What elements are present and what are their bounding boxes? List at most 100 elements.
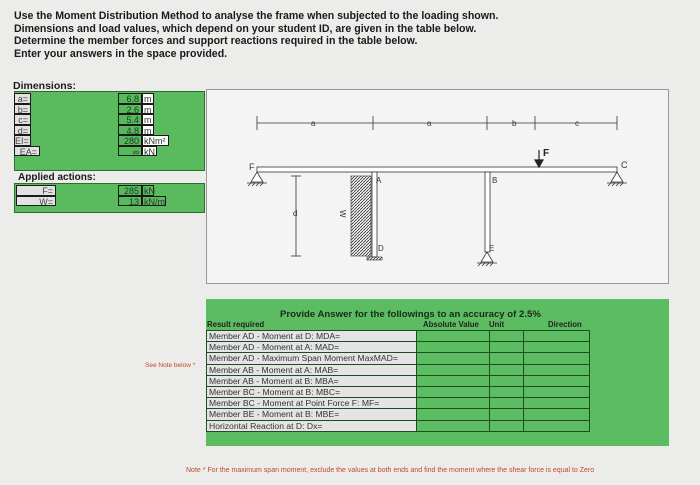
abs-value-input[interactable] [416, 385, 490, 399]
applied-label-f: F= [16, 185, 56, 196]
dimensions-panel [14, 91, 205, 171]
abs-value-input[interactable] [416, 419, 490, 432]
dim-label-b-top: b [512, 119, 517, 128]
node-label-b: B [492, 176, 497, 185]
direction-input[interactable] [523, 341, 590, 354]
result-label: Member AB - Moment at A: MAB= [206, 363, 417, 376]
see-note-marker: See Note below * [145, 362, 196, 369]
results-table: Member AD - Moment at D: MDA= Member AD … [206, 329, 590, 432]
dim-unit-ea: kN [142, 145, 157, 157]
dim-label-a: a= [14, 93, 31, 104]
abs-value-input[interactable] [416, 352, 490, 365]
applied-actions-title: Applied actions: [18, 172, 96, 183]
dim-unit-a: m [142, 93, 154, 104]
unit-input[interactable] [489, 419, 524, 432]
applied-label-w: W= [16, 195, 56, 207]
dim-label-a-left: a [311, 119, 316, 128]
unit-input[interactable] [489, 363, 524, 376]
abs-value-input[interactable] [416, 341, 490, 354]
instruction-line: Determine the member forces and support … [14, 35, 418, 47]
abs-value-input[interactable] [416, 374, 490, 387]
result-label: Member BE - Moment at B: MBE= [206, 408, 417, 421]
load-label-w: W [338, 210, 347, 218]
abs-value-input[interactable] [416, 329, 490, 343]
dim-value-b[interactable]: 2.6 [118, 103, 142, 115]
dim-label-ei: EI= [14, 135, 31, 146]
table-row: Member AD - Maximum Span Moment MaxMAD= [206, 352, 590, 365]
unit-input[interactable] [489, 374, 524, 387]
applied-value-w[interactable]: 13 [118, 195, 142, 207]
table-row: Member BC - Moment at Point Force F: MF= [206, 397, 590, 410]
force-label-f: F [543, 148, 549, 159]
dim-unit-b: m [142, 103, 154, 115]
dim-label-c: c= [14, 114, 31, 125]
result-label: Member AD - Maximum Span Moment MaxMAD= [206, 352, 417, 365]
horizontal-beam [256, 166, 618, 173]
node-label-c: C [621, 160, 628, 170]
instructions: Use the Moment Distribution Method to an… [14, 10, 498, 60]
table-row: Member AB - Moment at B: MBA= [206, 374, 590, 387]
table-row: Horizontal Reaction at D: Dx= [206, 419, 590, 432]
dim-label-d: d= [14, 124, 31, 136]
node-label-f: F [249, 162, 255, 172]
direction-input[interactable] [523, 329, 590, 343]
abs-value-input[interactable] [416, 363, 490, 376]
dim-value-ei[interactable]: 280 [118, 135, 142, 146]
dim-unit-ei: kNm² [142, 135, 169, 146]
dim-label-c-top: c [575, 119, 579, 128]
direction-input[interactable] [523, 352, 590, 365]
dim-value-ea[interactable]: ∞ [118, 145, 142, 157]
support-d-fixed [366, 256, 383, 261]
unit-input[interactable] [489, 341, 524, 354]
result-label: Member AD - Moment at D: MDA= [206, 329, 417, 343]
node-label-d: D [378, 244, 384, 253]
dim-value-d[interactable]: 4.8 [118, 124, 142, 136]
column-be [484, 171, 491, 253]
table-row: Member AD - Moment at A: MAD= [206, 341, 590, 354]
dim-value-c[interactable]: 5.4 [118, 114, 142, 125]
dim-value-a[interactable]: 6.8 [118, 93, 142, 104]
direction-input[interactable] [523, 397, 590, 410]
result-label: Member AD - Moment at A: MAD= [206, 341, 417, 354]
result-label: Member BC - Moment at Point Force F: MF= [206, 397, 417, 410]
frame-diagram-svg: a a b c W d F F C E D A B [247, 116, 628, 267]
direction-input[interactable] [523, 408, 590, 421]
unit-input[interactable] [489, 329, 524, 343]
applied-unit-w: kN/m [142, 195, 166, 207]
support-e-pin [477, 251, 497, 267]
header-unit: Unit [489, 320, 505, 329]
unit-input[interactable] [489, 397, 524, 410]
dim-label-a-right: a [427, 119, 432, 128]
answers-prompt: Provide Answer for the followings to an … [280, 309, 541, 320]
node-label-e: E [489, 244, 494, 253]
table-row: Member BC - Moment at B: MBC= [206, 385, 590, 399]
header-absolute-value: Absolute Value [423, 320, 479, 329]
direction-input[interactable] [523, 363, 590, 376]
direction-input[interactable] [523, 374, 590, 387]
direction-input[interactable] [523, 385, 590, 399]
abs-value-input[interactable] [416, 408, 490, 421]
direction-input[interactable] [523, 419, 590, 432]
dim-label-b: b= [14, 103, 31, 115]
instruction-line: Dimensions and load values, which depend… [14, 22, 477, 35]
table-row: Member BE - Moment at B: MBE= [206, 408, 590, 421]
support-f-pin [247, 171, 267, 187]
abs-value-input[interactable] [416, 397, 490, 410]
node-label-a: A [376, 176, 382, 185]
result-label: Member AB - Moment at B: MBA= [206, 374, 417, 387]
unit-input[interactable] [489, 408, 524, 421]
dim-label-ea: EA= [14, 145, 40, 157]
result-label: Member BC - Moment at B: MBC= [206, 385, 417, 399]
distributed-load-w [350, 175, 372, 257]
dim-unit-d: m [142, 124, 154, 136]
footnote: Note * For the maximum span moment, excl… [186, 467, 595, 474]
unit-input[interactable] [489, 352, 524, 365]
dim-label-d-side: d [293, 209, 297, 218]
applied-value-f[interactable]: 285 [118, 185, 142, 196]
support-c-pin [607, 171, 627, 187]
result-label: Horizontal Reaction at D: Dx= [206, 419, 417, 432]
frame-diagram: a a b c W d F F C E D A B [206, 89, 669, 284]
dim-unit-c: m [142, 114, 154, 125]
table-row: Member AD - Moment at D: MDA= [206, 329, 590, 343]
unit-input[interactable] [489, 385, 524, 399]
